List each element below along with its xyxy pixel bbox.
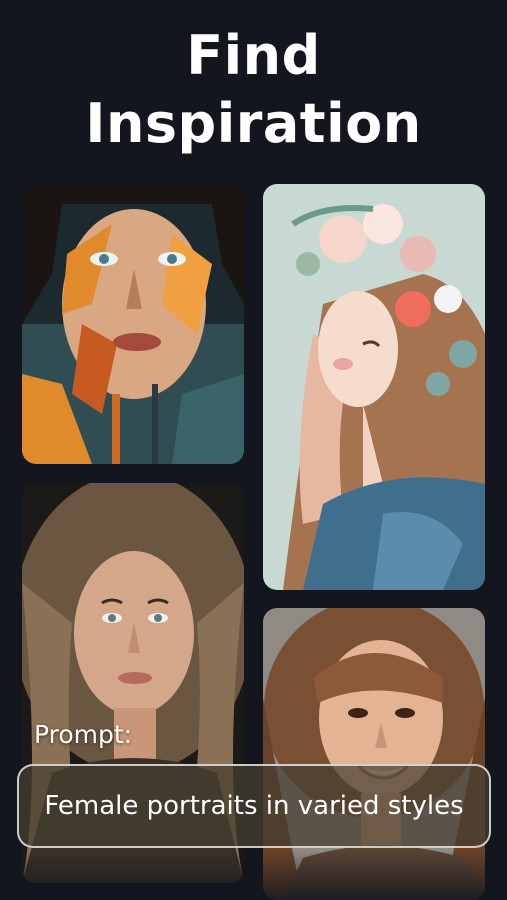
gallery-image-abstract-portrait[interactable] [22, 184, 244, 464]
title-line-1: Find [186, 24, 321, 87]
bottom-fade [0, 850, 507, 900]
prompt-text: Female portraits in varied styles [44, 791, 464, 821]
page-title: Find Inspiration [0, 22, 507, 158]
title-line-2: Inspiration [85, 92, 422, 155]
prompt-box[interactable]: Female portraits in varied styles [17, 764, 491, 848]
gallery-image-anime-portrait[interactable] [263, 184, 485, 590]
prompt-label: Prompt: [34, 720, 133, 749]
